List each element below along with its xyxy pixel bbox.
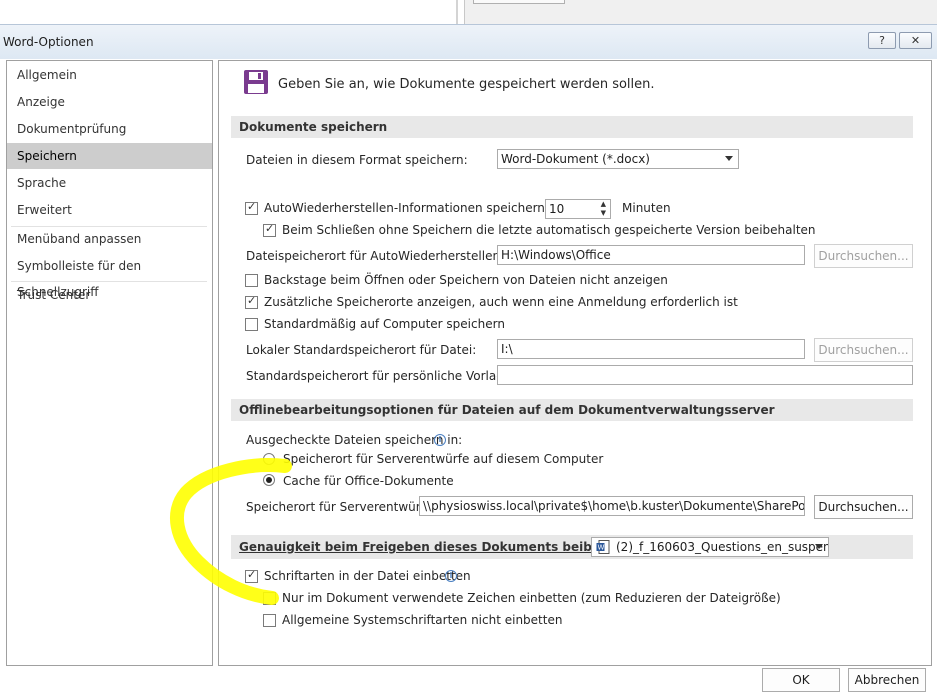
radio-server-drafts-label: Speicherort für Serverentwürfe auf diese…	[283, 452, 604, 466]
floppy-disk-icon	[244, 70, 268, 94]
embed-fonts-checkbox[interactable]	[245, 568, 258, 583]
section-title: Dokumente speichern	[239, 120, 388, 134]
nav-item-trust-center[interactable]: Trust Center	[7, 282, 212, 308]
section-title: Offlinebearbeitungsoptionen für Dateien …	[239, 403, 775, 417]
browse-drafts-button[interactable]: Durchsuchen...	[814, 495, 913, 519]
keep-last-version-checkbox[interactable]	[263, 222, 276, 237]
svg-text:W: W	[598, 544, 605, 552]
backstage-label: Backstage beim Öffnen oder Speichern von…	[264, 273, 668, 287]
checked-out-label: Ausgecheckte Dateien speichern in:	[246, 433, 463, 447]
local-default-input[interactable]: I:\	[497, 339, 805, 359]
keep-last-version-label: Beim Schließen ohne Speichern die letzte…	[282, 223, 816, 237]
autorecover-location-input[interactable]: H:\Windows\Office	[497, 245, 805, 265]
no-system-fonts-checkbox[interactable]	[263, 614, 276, 627]
local-default-label: Lokaler Standardspeicherort für Datei:	[246, 343, 477, 357]
no-system-fonts-label: Allgemeine Systemschriftarten nicht einb…	[282, 613, 563, 627]
format-value: Word-Dokument (*.docx)	[501, 152, 650, 166]
background-divider	[456, 0, 458, 24]
close-icon: ✕	[910, 34, 921, 47]
drafts-location-input[interactable]: \\physioswiss.local\private$\home\b.kust…	[419, 496, 805, 516]
nav-item-anzeige[interactable]: Anzeige	[7, 89, 212, 115]
embed-fonts-label: Schriftarten in der Datei einbetten	[264, 569, 471, 583]
nav-item-menueband[interactable]: Menüband anpassen	[7, 226, 212, 252]
word-document-icon: W	[596, 540, 610, 554]
autorecover-label: AutoWiederherstellen-Informationen speic…	[264, 201, 571, 215]
word-options-dialog: Word-Optionen ? ✕ Allgemein Anzeige Doku…	[0, 24, 937, 700]
nav-item-erweitert[interactable]: Erweitert	[7, 197, 212, 223]
browse-autorecover-button[interactable]: Durchsuchen...	[814, 244, 913, 268]
templates-label: Standardspeicherort für persönliche Vorl…	[246, 369, 523, 383]
ok-button[interactable]: OK	[762, 668, 840, 692]
spinner-arrows-icon[interactable]: ▲ ▼	[601, 200, 606, 218]
radio-office-cache-label: Cache für Office-Dokumente	[283, 474, 454, 488]
help-button[interactable]: ?	[868, 32, 896, 49]
cancel-button[interactable]: Abbrechen	[848, 668, 926, 692]
section-offline: Offlinebearbeitungsoptionen für Dateien …	[231, 399, 913, 421]
default-computer-label: Standardmäßig auf Computer speichern	[264, 317, 505, 331]
title-bar[interactable]: Word-Optionen ? ✕	[0, 24, 937, 59]
dialog-title: Word-Optionen	[3, 35, 94, 49]
backstage-checkbox[interactable]	[245, 274, 258, 287]
additional-locations-checkbox[interactable]	[245, 294, 258, 309]
templates-input[interactable]	[497, 365, 913, 385]
background-button	[473, 0, 565, 4]
format-label: Dateien in diesem Format speichern:	[246, 153, 468, 167]
nav-item-sprache[interactable]: Sprache	[7, 170, 212, 196]
nav-item-dokumentpruefung[interactable]: Dokumentprüfung	[7, 116, 212, 142]
info-icon[interactable]: i	[434, 434, 446, 446]
autorecover-minutes-stepper[interactable]: 10 ▲ ▼	[545, 199, 611, 219]
options-content: Geben Sie an, wie Dokumente gespeichert …	[218, 60, 932, 666]
default-computer-checkbox[interactable]	[245, 318, 258, 331]
radio-office-cache[interactable]	[263, 474, 275, 486]
minutes-value: 10	[549, 202, 565, 216]
autorecover-location-label: Dateispeicherort für AutoWiederherstelle…	[246, 249, 505, 263]
autorecover-checkbox[interactable]	[245, 200, 258, 215]
drafts-location-label: Speicherort für Serverentwürfe:	[246, 500, 437, 514]
radio-server-drafts[interactable]	[263, 453, 275, 465]
nav-item-schnellzugriff[interactable]: Symbolleiste für den Schnellzugriff	[7, 253, 212, 299]
minutes-label: Minuten	[622, 201, 671, 215]
only-used-chars-label: Nur im Dokument verwendete Zeichen einbe…	[282, 591, 781, 605]
section-dokumente-speichern: Dokumente speichern	[231, 116, 913, 138]
section-title: Genauigkeit beim Freigeben dieses Dokume…	[239, 540, 648, 554]
chevron-down-icon	[815, 544, 823, 549]
fidelity-document-select[interactable]: W (2)_f_160603_Questions_en_suspens	[591, 537, 829, 557]
nav-item-allgemein[interactable]: Allgemein	[7, 62, 212, 88]
only-used-chars-checkbox[interactable]	[263, 592, 276, 605]
additional-locations-label: Zusätzliche Speicherorte anzeigen, auch …	[264, 295, 738, 309]
info-icon[interactable]: i	[445, 570, 457, 582]
options-nav: Allgemein Anzeige Dokumentprüfung Speich…	[6, 60, 213, 666]
format-select[interactable]: Word-Dokument (*.docx)	[497, 149, 739, 169]
fidelity-document-value: (2)_f_160603_Questions_en_suspens	[616, 540, 829, 554]
chevron-down-icon	[725, 156, 733, 161]
nav-item-speichern[interactable]: Speichern	[7, 143, 212, 169]
page-description: Geben Sie an, wie Dokumente gespeichert …	[278, 77, 655, 92]
close-button[interactable]: ✕	[899, 32, 932, 49]
browse-local-default-button[interactable]: Durchsuchen...	[814, 338, 913, 362]
